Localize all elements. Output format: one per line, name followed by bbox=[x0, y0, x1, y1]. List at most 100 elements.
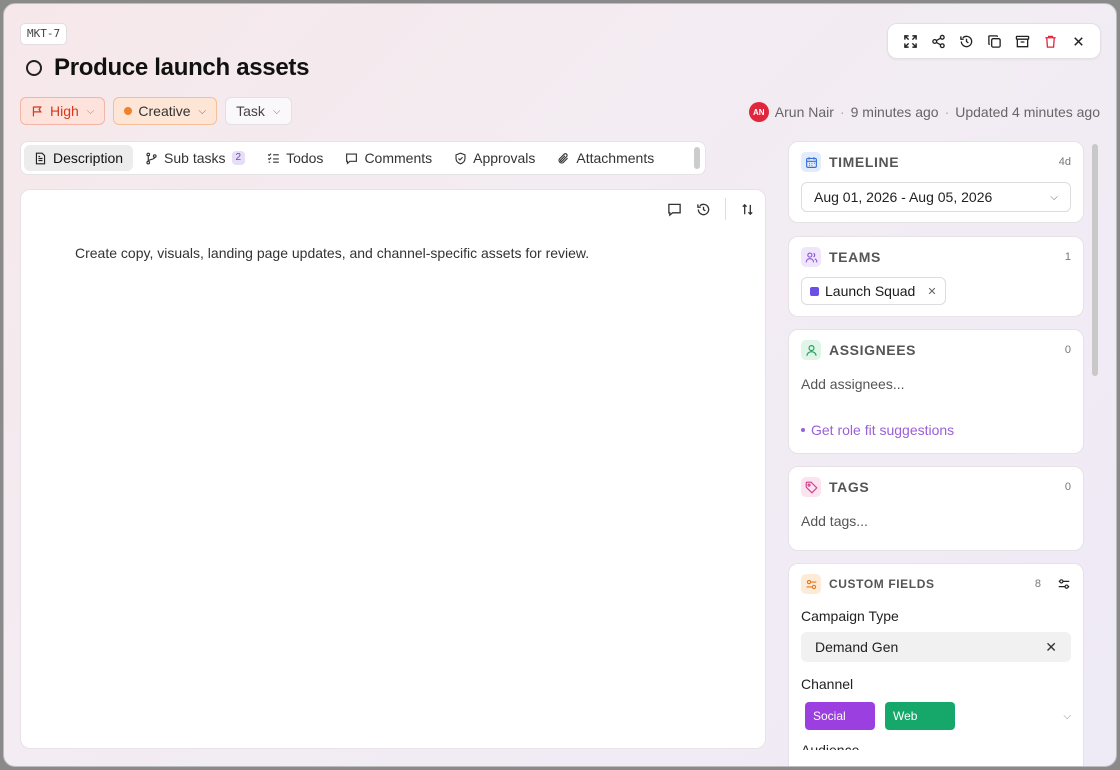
paperclip-icon bbox=[558, 152, 569, 163]
description-editor[interactable]: Create copy, visuals, landing page updat… bbox=[20, 189, 766, 749]
timeline-duration: 4d bbox=[1058, 156, 1071, 168]
remove-team-icon[interactable]: ✕ bbox=[927, 285, 936, 298]
campaign-type-label: Campaign Type bbox=[801, 608, 899, 624]
team-name: Launch Squad bbox=[825, 283, 916, 299]
shield-check-icon bbox=[455, 152, 466, 164]
flag-icon bbox=[32, 105, 42, 116]
comment-icon bbox=[346, 152, 358, 165]
avatar[interactable]: AN bbox=[748, 102, 769, 122]
panel-scrollbar[interactable] bbox=[1092, 144, 1098, 376]
role-fit-suggestions-link[interactable]: Get role fit suggestions bbox=[801, 422, 1071, 438]
priority-label: High bbox=[50, 103, 79, 119]
team-color-swatch bbox=[810, 286, 819, 296]
audience-label: Audience bbox=[801, 742, 860, 750]
channel-tag-web[interactable]: Web bbox=[885, 702, 955, 730]
teams-title: TEAMS bbox=[829, 249, 881, 265]
chevron-down-icon: ⌵ bbox=[1050, 191, 1058, 203]
tab-label: Sub tasks bbox=[164, 150, 226, 166]
tab-description[interactable]: Description bbox=[24, 145, 134, 171]
tab-todos[interactable]: Todos bbox=[257, 145, 333, 171]
channel-select[interactable]: Social Web ⌵ bbox=[805, 702, 1071, 730]
tab-label: Attachments bbox=[576, 150, 655, 166]
add-assignees-input[interactable]: Add assignees... bbox=[801, 376, 1071, 392]
page-title[interactable]: Produce launch assets bbox=[54, 54, 309, 82]
chevron-down-icon: ⌵ bbox=[198, 105, 207, 117]
task-meta: AN Arun Nair · 9 minutes ago · Updated 4… bbox=[748, 102, 1100, 122]
tab-label: Todos bbox=[286, 150, 324, 166]
tab-comments[interactable]: Comments bbox=[335, 145, 442, 171]
campaign-type-select[interactable]: Demand Gen ✕ bbox=[801, 632, 1071, 662]
created-time: 9 minutes ago bbox=[850, 104, 939, 120]
assignees-count: 0 bbox=[1064, 344, 1071, 356]
document-icon bbox=[35, 152, 46, 164]
chevron-down-icon[interactable]: ⌵ bbox=[1063, 711, 1071, 722]
bullet-icon bbox=[801, 428, 805, 432]
campaign-type-value: Demand Gen bbox=[815, 639, 899, 655]
property-chips: High ⌵ Creative ⌵ Task ⌵ bbox=[20, 97, 292, 125]
checklist-icon bbox=[267, 152, 279, 163]
team-chip[interactable]: Launch Squad ✕ bbox=[801, 277, 946, 305]
teams-panel: TEAMS 1 Launch Squad ✕ bbox=[788, 236, 1084, 317]
category-label: Creative bbox=[138, 103, 191, 119]
sort-icon[interactable] bbox=[740, 202, 755, 217]
type-label: Task bbox=[236, 103, 265, 119]
tab-bar: Description Sub tasks 2 Todos Comments A… bbox=[20, 141, 706, 175]
custom-fields-count: 8 bbox=[1034, 578, 1041, 590]
category-dot bbox=[124, 107, 133, 115]
calendar-icon bbox=[801, 152, 821, 172]
subtask-count-badge: 2 bbox=[231, 151, 246, 165]
status-circle-icon[interactable] bbox=[26, 60, 42, 76]
priority-chip[interactable]: High ⌵ bbox=[20, 97, 106, 125]
trash-icon[interactable] bbox=[1039, 30, 1061, 52]
user-icon bbox=[801, 340, 821, 360]
tab-attachments[interactable]: Attachments bbox=[547, 145, 664, 171]
chevron-down-icon: ⌵ bbox=[86, 105, 95, 117]
history-icon[interactable] bbox=[696, 202, 711, 217]
settings-sliders-icon[interactable] bbox=[1057, 577, 1071, 591]
tab-scrollbar[interactable] bbox=[694, 147, 700, 169]
custom-fields-title: CUSTOM FIELDS bbox=[829, 577, 935, 591]
tag-icon bbox=[801, 477, 821, 497]
task-id-badge: MKT-7 bbox=[20, 23, 68, 45]
toolbar-divider bbox=[725, 198, 726, 220]
users-icon bbox=[801, 247, 821, 267]
sliders-icon bbox=[801, 574, 821, 594]
description-text[interactable]: Create copy, visuals, landing page updat… bbox=[75, 245, 589, 261]
meta-separator: · bbox=[944, 104, 950, 120]
tags-count: 0 bbox=[1064, 481, 1071, 493]
channel-label: Channel bbox=[801, 676, 854, 692]
channel-tag-social[interactable]: Social bbox=[805, 702, 875, 730]
close-icon[interactable] bbox=[1067, 30, 1089, 52]
clear-icon[interactable]: ✕ bbox=[1045, 639, 1057, 656]
timeline-title: TIMELINE bbox=[829, 154, 900, 170]
updated-time: Updated 4 minutes ago bbox=[955, 104, 1100, 120]
chevron-down-icon: ⌵ bbox=[272, 105, 281, 117]
comment-icon[interactable] bbox=[667, 202, 682, 217]
history-icon[interactable] bbox=[955, 30, 977, 52]
tags-panel: TAGS 0 Add tags... bbox=[788, 466, 1084, 551]
date-range-value: Aug 01, 2026 - Aug 05, 2026 bbox=[814, 189, 993, 205]
role-fit-label: Get role fit suggestions bbox=[811, 422, 955, 438]
custom-fields-panel: CUSTOM FIELDS 8 Campaign Type Demand Gen… bbox=[788, 563, 1084, 766]
type-chip[interactable]: Task ⌵ bbox=[225, 97, 292, 125]
add-tags-input[interactable]: Add tags... bbox=[801, 513, 1071, 529]
branch-icon bbox=[146, 152, 157, 164]
duplicate-icon[interactable] bbox=[983, 30, 1005, 52]
date-range-select[interactable]: Aug 01, 2026 - Aug 05, 2026 ⌵ bbox=[801, 182, 1071, 212]
assignees-title: ASSIGNEES bbox=[829, 342, 917, 358]
task-detail-window: MKT-7 Produce launch assets High ⌵ Creat… bbox=[3, 3, 1117, 767]
tab-label: Description bbox=[53, 150, 124, 166]
category-chip[interactable]: Creative ⌵ bbox=[113, 97, 218, 125]
tab-label: Comments bbox=[364, 150, 433, 166]
archive-icon[interactable] bbox=[1011, 30, 1033, 52]
tab-approvals[interactable]: Approvals bbox=[444, 145, 545, 171]
tags-title: TAGS bbox=[829, 479, 870, 495]
editor-toolbar bbox=[667, 198, 755, 220]
tab-subtasks[interactable]: Sub tasks 2 bbox=[135, 145, 255, 171]
author-name: Arun Nair bbox=[774, 104, 834, 120]
share-icon[interactable] bbox=[927, 30, 949, 52]
timeline-panel: TIMELINE 4d Aug 01, 2026 - Aug 05, 2026 … bbox=[788, 141, 1084, 223]
teams-count: 1 bbox=[1064, 251, 1071, 263]
expand-icon[interactable] bbox=[899, 30, 921, 52]
tab-label: Approvals bbox=[473, 150, 536, 166]
